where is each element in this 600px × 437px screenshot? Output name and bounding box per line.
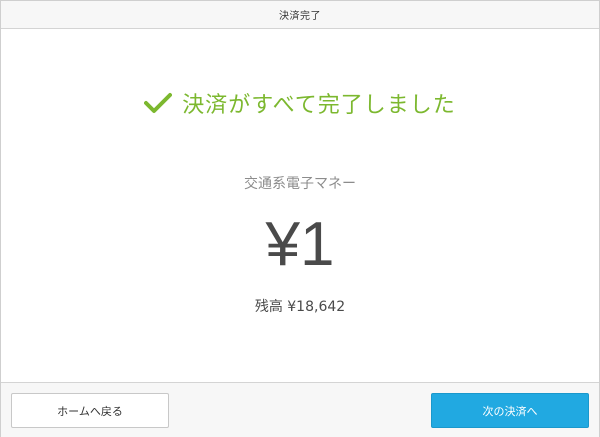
payment-complete-window: 決済完了 決済がすべて完了しました 交通系電子マネー ¥1 残高 ¥18,642… xyxy=(0,0,600,437)
next-payment-button[interactable]: 次の決済へ xyxy=(431,393,589,428)
status-message: 決済がすべて完了しました xyxy=(182,93,456,118)
footer-bar: ホームへ戻る 次の決済へ xyxy=(1,382,599,437)
page-title: 決済完了 xyxy=(279,11,321,22)
check-icon xyxy=(144,93,173,113)
remaining-balance: 残高 ¥18,642 xyxy=(254,299,346,315)
payment-method: 交通系電子マネー xyxy=(244,176,356,192)
title-bar: 決済完了 xyxy=(1,1,599,29)
home-button[interactable]: ホームへ戻る xyxy=(11,393,169,428)
payment-amount: ¥1 xyxy=(265,210,335,279)
status-message-row: 決済がすべて完了しました xyxy=(1,85,599,121)
